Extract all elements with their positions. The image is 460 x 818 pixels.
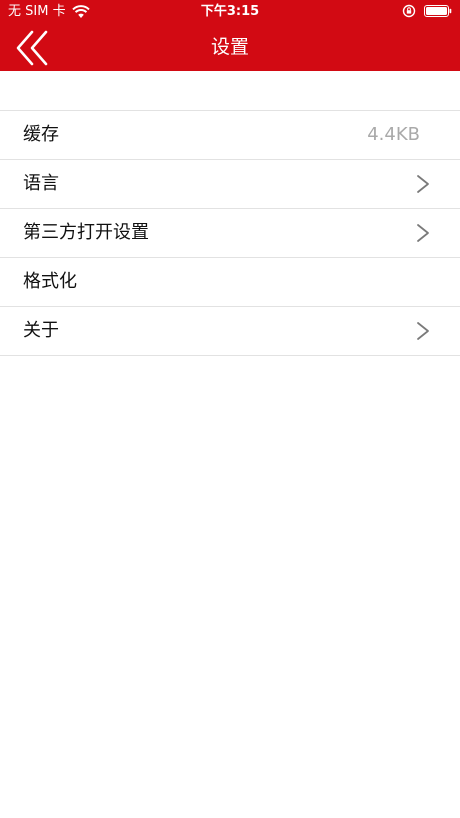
cache-label: 缓存 (23, 124, 59, 145)
orientation-lock-icon (402, 4, 416, 18)
settings-row-third-party[interactable]: 第三方打开设置 (0, 209, 460, 258)
nav-bar: 设置 (0, 24, 460, 71)
settings-row-format[interactable]: 格式化 (0, 258, 460, 307)
status-bar: 无 SIM 卡 下午3:15 (0, 0, 460, 24)
status-right (402, 4, 452, 18)
battery-icon (424, 5, 452, 17)
status-time: 下午3:15 (200, 4, 260, 19)
about-label: 关于 (23, 320, 59, 341)
settings-row-about[interactable]: 关于 (0, 307, 460, 356)
language-label: 语言 (23, 173, 59, 194)
cache-value: 4.4KB (367, 124, 420, 145)
header: 无 SIM 卡 下午3:15 设置 (0, 0, 460, 71)
chevron-right-icon (417, 175, 429, 193)
chevron-right-icon (417, 224, 429, 242)
format-label: 格式化 (23, 271, 77, 292)
chevron-right-icon (417, 322, 429, 340)
third-party-label: 第三方打开设置 (23, 222, 149, 243)
settings-row-language[interactable]: 语言 (0, 160, 460, 209)
settings-screen: 无 SIM 卡 下午3:15 设置 缓存 4.4KB 语言 第三方打开设置 格式… (0, 0, 460, 818)
settings-row-cache[interactable]: 缓存 4.4KB (0, 111, 460, 160)
settings-list: 缓存 4.4KB 语言 第三方打开设置 格式化 关于 (0, 110, 460, 356)
page-title: 设置 (210, 36, 249, 58)
